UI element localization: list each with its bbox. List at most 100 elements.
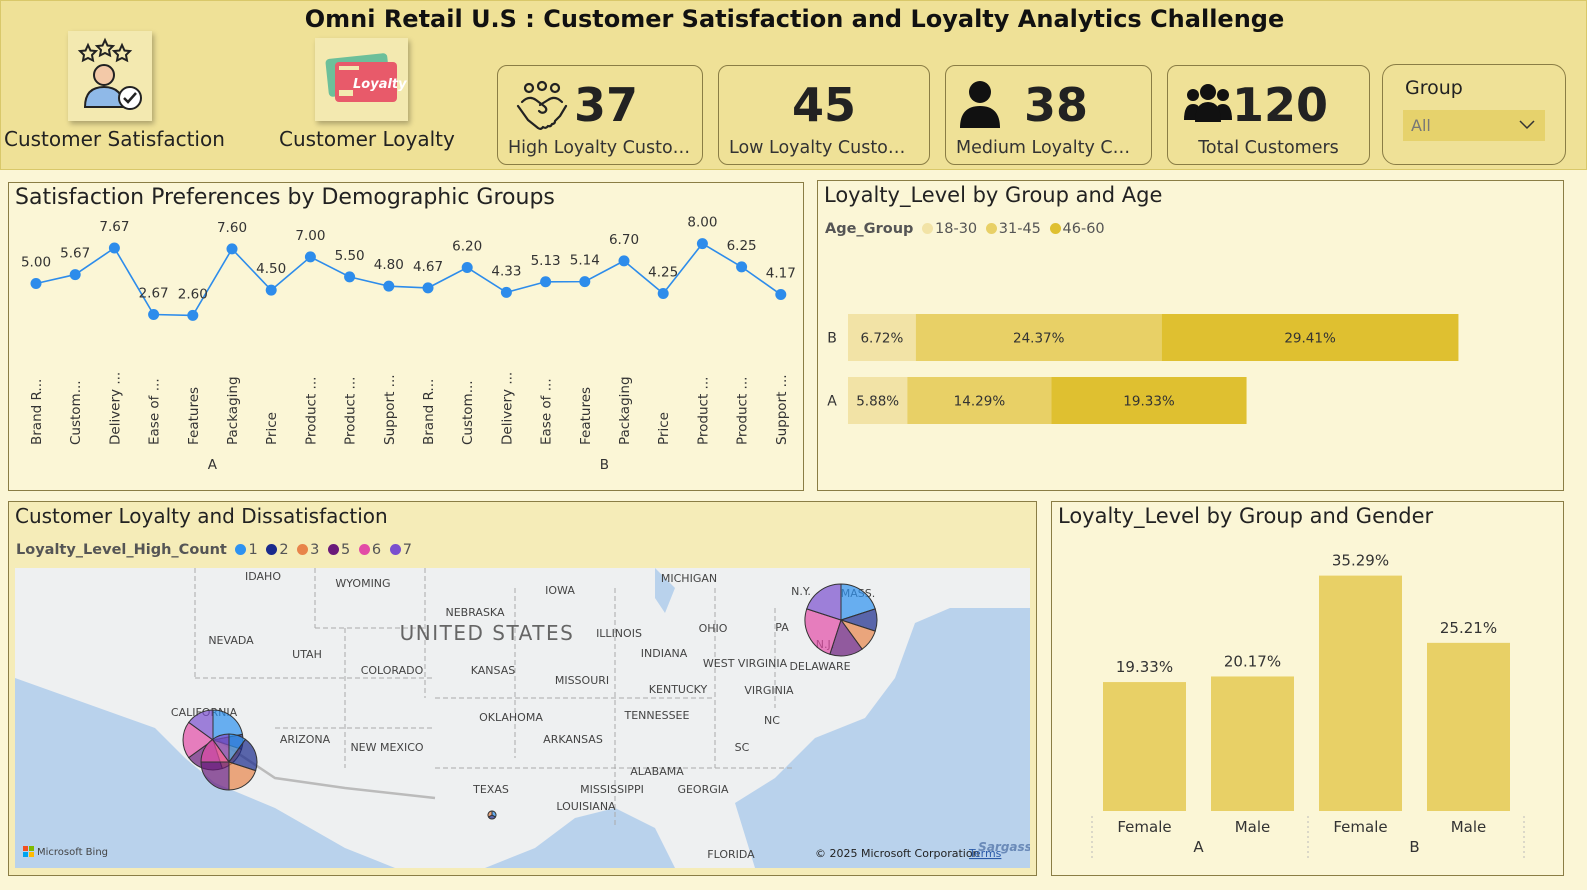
map-state-label: KENTUCKY [649,683,708,696]
group-slicer-title: Group [1405,77,1463,99]
legend-dot-2 [266,544,278,555]
line-point[interactable] [540,276,552,288]
legend-label-7: 7 [402,542,412,558]
map-state-label: GEORGIA [677,783,729,796]
line-point[interactable] [69,269,81,281]
map-state-label: DELAWARE [789,660,850,673]
map-state-label: PA [775,621,789,634]
map-state-label: MICHIGAN [661,572,717,585]
customer-loyalty-nav-button[interactable]: Loyalty [315,38,408,121]
group-axis-label: A [208,457,218,473]
x-tick-label: Support ... [774,374,790,445]
bing-logo-square [23,852,28,857]
x-tick-label: Delivery ... [107,372,123,445]
line-point[interactable] [461,262,473,274]
map-terms-link[interactable]: Terms [968,847,1002,860]
map-state-label: UTAH [292,648,322,661]
customer-satisfaction-label: Customer Satisfaction [4,127,225,151]
gender-bar[interactable] [1427,642,1510,811]
line-point[interactable] [618,255,630,267]
map-state-label: MISSISSIPPI [580,783,644,796]
line-point[interactable] [265,284,277,296]
x-tick-label: Brand R... [29,379,45,445]
map-state-label: VIRGINIA [744,684,794,697]
kpi-total-customers-value: 120 [1232,78,1329,132]
kpi-low-loyalty-value: 45 [791,78,856,132]
x-tick-label: Product ... [735,377,751,445]
line-point[interactable] [736,261,748,273]
line-point[interactable] [500,286,512,298]
point-data-label: 5.00 [21,255,51,271]
map-state-label: WYOMING [335,577,390,590]
gender-bar[interactable] [1319,575,1402,811]
map-state-label: IDAHO [245,570,281,583]
line-point[interactable] [304,251,316,263]
line-point[interactable] [344,271,356,283]
legend-dot-5 [328,544,339,555]
pie-marker[interactable] [804,583,878,657]
line-point[interactable] [187,309,199,321]
segment-data-label: 5.88% [856,394,899,410]
x-tick-label: Ease of ... [147,378,163,445]
map-state-label: MISSOURI [555,674,609,687]
point-data-label: 5.13 [531,253,561,269]
legend-label-3: 3 [310,542,320,558]
map-state-label: FLORIDA [707,848,755,861]
customer-loyalty-label: Customer Loyalty [279,127,455,151]
bing-logo-square [29,852,34,857]
kpi-medium-loyalty-card: 38 Medium Loyalty Cust... [945,65,1152,165]
x-tick-label: Brand R... [421,379,437,445]
gender-bar[interactable] [1211,676,1294,811]
line-point[interactable] [148,308,160,320]
line-point[interactable] [775,289,787,301]
x-tick-label: Product ... [343,377,359,445]
map-state-label: LOUISIANA [556,800,616,813]
x-tick-label: Custom... [460,380,476,445]
point-data-label: 4.80 [374,257,404,273]
line-point[interactable] [696,238,708,250]
map-state-label: TEXAS [472,783,509,796]
line-point[interactable] [30,278,42,289]
us-map[interactable]: IDAHOWYOMINGNEBRASKAIOWAMICHIGANN.Y.MASS… [15,568,1030,868]
map-state-label: ARIZONA [280,733,331,746]
pie-marker[interactable] [200,733,258,791]
group-dropdown-value: All [1411,116,1431,135]
map-state-label: OHIO [699,622,728,635]
map-state-label: TENNESSEE [624,709,690,722]
kpi-total-customers-card: 120 Total Customers [1167,65,1370,165]
bar-data-label: 35.29% [1332,552,1389,570]
x-tick-label: Price [656,412,672,445]
line-point[interactable] [657,287,669,299]
age-stacked-bar-chart: B 6.72% 24.37% 29.41% A 5.88% 14.29% 19.33% [827,314,1459,424]
line-point[interactable] [383,280,395,292]
map-state-label: SC [735,741,750,754]
point-data-label: 2.60 [178,286,208,302]
map-legend: Loyalty_Level_High_Count 1 2 3 5 6 7 [16,542,412,558]
point-data-label: 7.67 [99,219,129,235]
line-point[interactable] [108,242,120,254]
map-country-label: UNITED STATES [400,621,575,645]
legend-label-1: 1 [248,542,258,558]
people-group-icon [1184,84,1232,122]
satisfaction-line-chart-panel: Satisfaction Preferences by Demographic … [8,182,804,491]
kpi-high-loyalty-card: 37 High Loyalty Custom... [497,65,703,165]
customer-satisfaction-nav-button[interactable] [68,31,152,121]
pie-marker[interactable] [487,810,497,820]
point-data-label: 4.17 [766,266,796,282]
age-stacked-bar-panel: Loyalty_Level by Group and Age Age_Group… [817,180,1564,491]
map-state-label: NC [764,714,780,727]
segment-data-label: 24.37% [1013,331,1065,347]
gender-bar[interactable] [1103,682,1186,811]
satisfaction-line-chart: 5.00 5.67 7.67 2.67 2.60 7.60 4.50 7.00 5.50 4.80… [21,215,796,473]
group-dropdown[interactable]: All [1403,110,1545,141]
map-title: Customer Loyalty and Dissatisfaction [15,504,388,528]
map-state-label: OKLAHOMA [479,711,543,724]
map-state-label: ILLINOIS [596,627,642,640]
line-point[interactable] [422,282,434,294]
bar-data-label: 25.21% [1440,619,1497,637]
line-point[interactable] [226,243,238,255]
legend-dot-1 [235,544,247,555]
x-tick-label: Male [1235,818,1271,836]
line-point[interactable] [579,276,591,288]
x-tick-label: Female [1333,818,1387,836]
